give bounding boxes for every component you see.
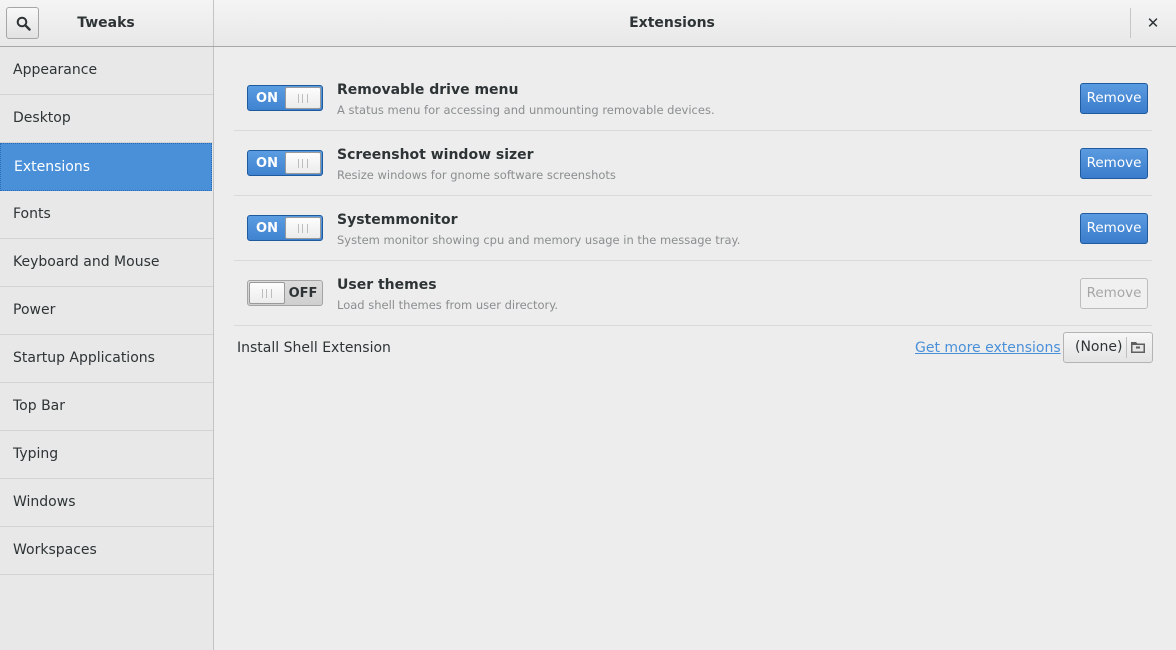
- switch-state-label: OFF: [288, 286, 318, 301]
- sidebar-item-typing[interactable]: Typing: [0, 431, 213, 479]
- extension-name: Systemmonitor: [337, 212, 458, 228]
- extension-toggle[interactable]: ON: [247, 150, 323, 176]
- switch-state-label: ON: [256, 91, 278, 106]
- extension-name: User themes: [337, 277, 437, 293]
- install-label: Install Shell Extension: [237, 340, 391, 356]
- header-left: Tweaks: [0, 0, 214, 46]
- file-chooser-button[interactable]: (None): [1063, 332, 1153, 363]
- search-icon: [16, 16, 31, 31]
- close-button[interactable]: ✕: [1138, 8, 1168, 38]
- app-title: Tweaks: [77, 15, 135, 31]
- page-title: Extensions: [629, 15, 715, 31]
- switch-knob[interactable]: [249, 282, 285, 304]
- switch-knob[interactable]: [285, 152, 321, 174]
- file-chooser-value: (None): [1075, 339, 1123, 355]
- extension-row-systemmonitor: ON Systemmonitor System monitor showing …: [234, 196, 1152, 261]
- sidebar-item-windows[interactable]: Windows: [0, 479, 213, 527]
- sidebar-item-extensions[interactable]: Extensions: [0, 143, 212, 191]
- sidebar-item-fonts[interactable]: Fonts: [0, 191, 213, 239]
- search-button[interactable]: [6, 7, 39, 39]
- switch-knob[interactable]: [285, 217, 321, 239]
- extension-description: System monitor showing cpu and memory us…: [337, 233, 741, 247]
- extension-description: Load shell themes from user directory.: [337, 298, 559, 312]
- extension-name: Removable drive menu: [337, 82, 519, 98]
- extension-row-screenshot-window-sizer: ON Screenshot window sizer Resize window…: [234, 131, 1152, 196]
- sidebar-item-workspaces[interactable]: Workspaces: [0, 527, 213, 575]
- sidebar-item-appearance[interactable]: Appearance: [0, 47, 213, 95]
- folder-icon: [1131, 342, 1145, 353]
- grip-icon: [298, 159, 308, 168]
- switch-state-label: ON: [256, 221, 278, 236]
- sidebar-item-keyboard-and-mouse[interactable]: Keyboard and Mouse: [0, 239, 213, 287]
- extension-toggle[interactable]: OFF: [247, 280, 323, 306]
- switch-state-label: ON: [256, 156, 278, 171]
- extension-description: A status menu for accessing and unmounti…: [337, 103, 715, 117]
- grip-icon: [262, 289, 272, 298]
- header-bar: Tweaks Extensions ✕: [0, 0, 1176, 47]
- sidebar-item-power[interactable]: Power: [0, 287, 213, 335]
- extension-name: Screenshot window sizer: [337, 147, 534, 163]
- extension-toggle[interactable]: ON: [247, 215, 323, 241]
- extension-description: Resize windows for gnome software screen…: [337, 168, 616, 182]
- file-chooser-separator: [1126, 337, 1127, 358]
- grip-icon: [298, 94, 308, 103]
- extension-row-removable-drive-menu: ON Removable drive menu A status menu fo…: [234, 66, 1152, 131]
- extension-row-user-themes: OFF User themes Load shell themes from u…: [234, 261, 1152, 326]
- sidebar: Appearance Desktop Extensions Fonts Keyb…: [0, 47, 214, 650]
- remove-button[interactable]: Remove: [1080, 213, 1148, 244]
- close-icon: ✕: [1146, 14, 1160, 32]
- get-more-extensions-link[interactable]: Get more extensions: [915, 340, 1061, 356]
- extension-toggle[interactable]: ON: [247, 85, 323, 111]
- sidebar-item-desktop[interactable]: Desktop: [0, 95, 213, 143]
- extension-list: ON Removable drive menu A status menu fo…: [234, 66, 1153, 370]
- header-separator: [1130, 8, 1131, 38]
- remove-button[interactable]: Remove: [1080, 278, 1148, 309]
- sidebar-item-startup-applications[interactable]: Startup Applications: [0, 335, 213, 383]
- sidebar-item-top-bar[interactable]: Top Bar: [0, 383, 213, 431]
- extensions-panel: ON Removable drive menu A status menu fo…: [215, 47, 1176, 650]
- grip-icon: [298, 224, 308, 233]
- switch-knob[interactable]: [285, 87, 321, 109]
- install-extension-row: Install Shell Extension Get more extensi…: [234, 326, 1153, 370]
- remove-button[interactable]: Remove: [1080, 148, 1148, 179]
- remove-button[interactable]: Remove: [1080, 83, 1148, 114]
